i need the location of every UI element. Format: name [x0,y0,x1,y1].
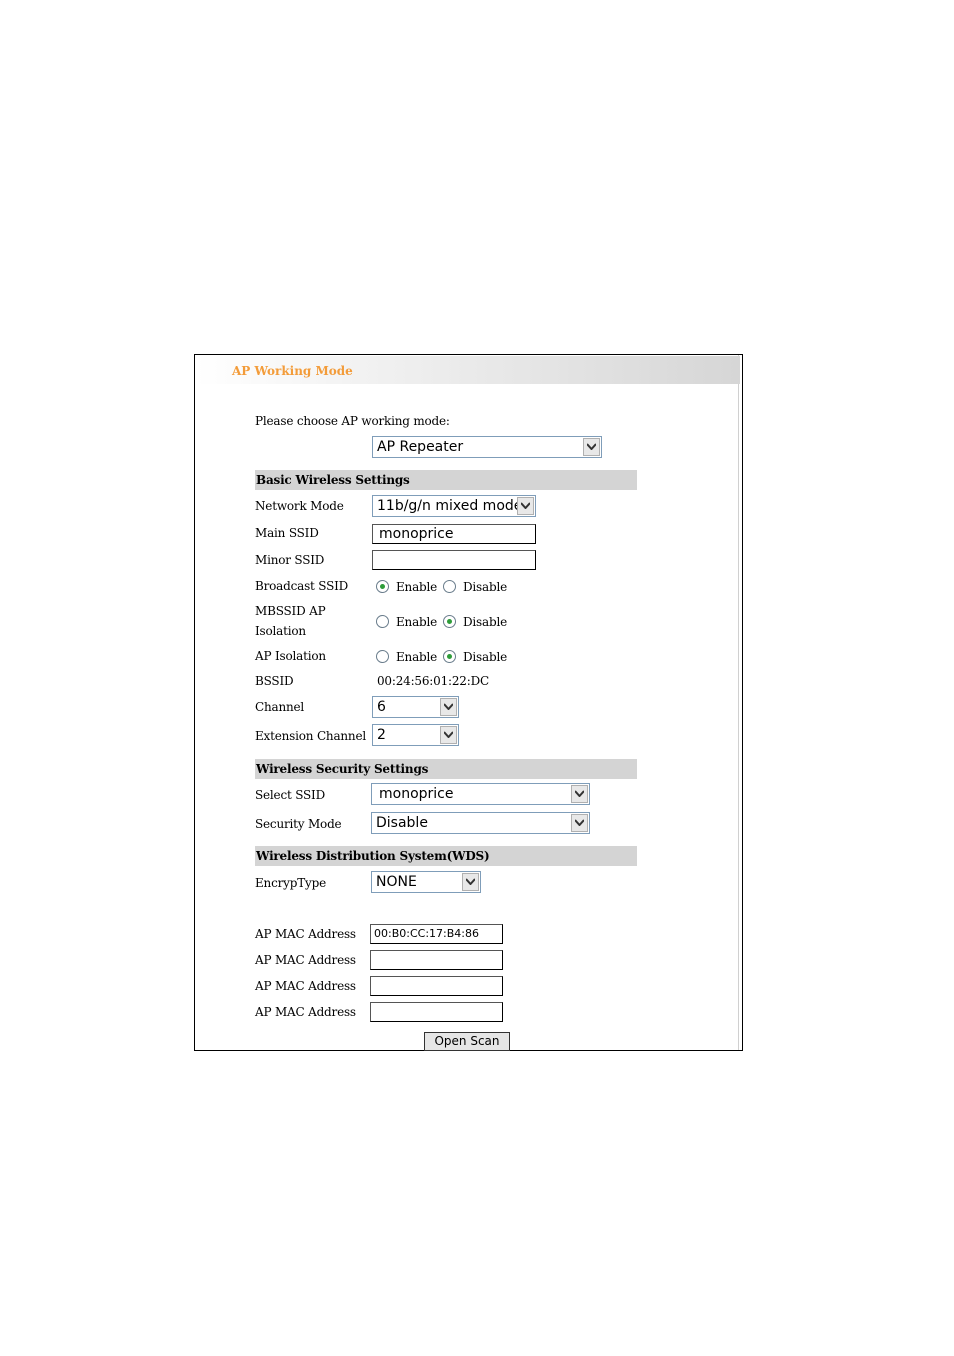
mbssid-label-line2: Isolation [255,624,306,638]
ap-isolation-disable-radio[interactable] [443,650,456,663]
page-title: AP Working Mode [232,364,353,378]
wds-heading: Wireless Distribution System(WDS) [256,849,490,863]
security-mode-label: Security Mode [255,817,342,831]
channel-value: 6 [377,699,386,715]
bssid-label: BSSID [255,674,294,688]
ap-mac-address-label-4: AP MAC Address [255,1005,356,1019]
broadcast-ssid-enable-label: Enable [396,580,438,594]
ap-mac-address-label-3: AP MAC Address [255,979,356,993]
select-ssid-label: Select SSID [255,788,326,802]
encryp-type-value: NONE [376,874,417,890]
network-mode-label: Network Mode [255,499,344,513]
ap-isolation-label: AP Isolation [255,649,326,663]
select-ssid-select[interactable]: monoprice [371,783,590,805]
broadcast-ssid-disable-radio[interactable] [443,580,456,593]
main-ssid-input[interactable]: monoprice [372,524,536,544]
network-mode-select[interactable]: 11b/g/n mixed mode [372,495,536,517]
mbssid-disable-radio[interactable] [443,615,456,628]
extension-channel-value: 2 [377,727,386,743]
ap-mac-address-input-3[interactable] [370,976,503,996]
encryp-type-label: EncrypType [255,876,326,890]
chevron-down-icon[interactable] [571,785,588,803]
chevron-down-icon[interactable] [517,497,534,515]
broadcast-ssid-enable-radio[interactable] [376,580,389,593]
ap-mac-address-label-1: AP MAC Address [255,927,356,941]
wds-header: Wireless Distribution System(WDS) [255,846,637,866]
ap-mac-address-input-2[interactable] [370,950,503,970]
broadcast-ssid-disable-label: Disable [463,580,507,594]
select-ssid-value: monoprice [379,786,454,802]
working-mode-value: AP Repeater [377,439,464,455]
chevron-down-icon[interactable] [440,726,457,744]
chevron-down-icon[interactable] [583,438,600,456]
extension-channel-select[interactable]: 2 [372,724,459,746]
network-mode-value: 11b/g/n mixed mode [377,498,523,514]
ap-mac-address-label-2: AP MAC Address [255,953,356,967]
chevron-down-icon[interactable] [571,814,588,832]
open-scan-button[interactable]: Open Scan [424,1032,510,1051]
mbssid-disable-label: Disable [463,615,507,629]
extension-channel-label: Extension Channel [255,729,367,743]
mbssid-label-line1: MBSSID AP [255,604,326,618]
bssid-value: 00:24:56:01:22:DC [377,674,489,688]
security-mode-value: Disable [376,815,428,831]
ap-mac-address-value-1: 00:B0:CC:17:B4:86 [374,927,479,940]
channel-select[interactable]: 6 [372,696,459,718]
ap-isolation-enable-label: Enable [396,650,438,664]
encryp-type-select[interactable]: NONE [371,871,481,893]
main-ssid-value: monoprice [379,526,454,542]
ap-mac-address-input-1[interactable]: 00:B0:CC:17:B4:86 [370,924,503,944]
working-mode-select[interactable]: AP Repeater [372,436,602,458]
minor-ssid-label: Minor SSID [255,553,325,567]
chevron-down-icon[interactable] [462,873,479,891]
main-ssid-label: Main SSID [255,526,319,540]
basic-wireless-settings-header: Basic Wireless Settings [255,470,637,490]
minor-ssid-input[interactable] [372,550,536,570]
broadcast-ssid-label: Broadcast SSID [255,579,349,593]
ap-isolation-enable-radio[interactable] [376,650,389,663]
basic-wireless-heading: Basic Wireless Settings [256,473,410,487]
panel-titlebar: AP Working Mode [196,356,740,384]
wireless-security-settings-header: Wireless Security Settings [255,759,637,779]
chevron-down-icon[interactable] [440,698,457,716]
ap-working-mode-panel: AP Working Mode Please choose AP working… [194,354,743,1051]
mbssid-enable-radio[interactable] [376,615,389,628]
mbssid-enable-label: Enable [396,615,438,629]
ap-isolation-disable-label: Disable [463,650,507,664]
mode-prompt: Please choose AP working mode: [255,414,450,428]
wireless-security-heading: Wireless Security Settings [256,762,429,776]
ap-mac-address-input-4[interactable] [370,1002,503,1022]
security-mode-select[interactable]: Disable [371,812,590,834]
channel-label: Channel [255,700,305,714]
